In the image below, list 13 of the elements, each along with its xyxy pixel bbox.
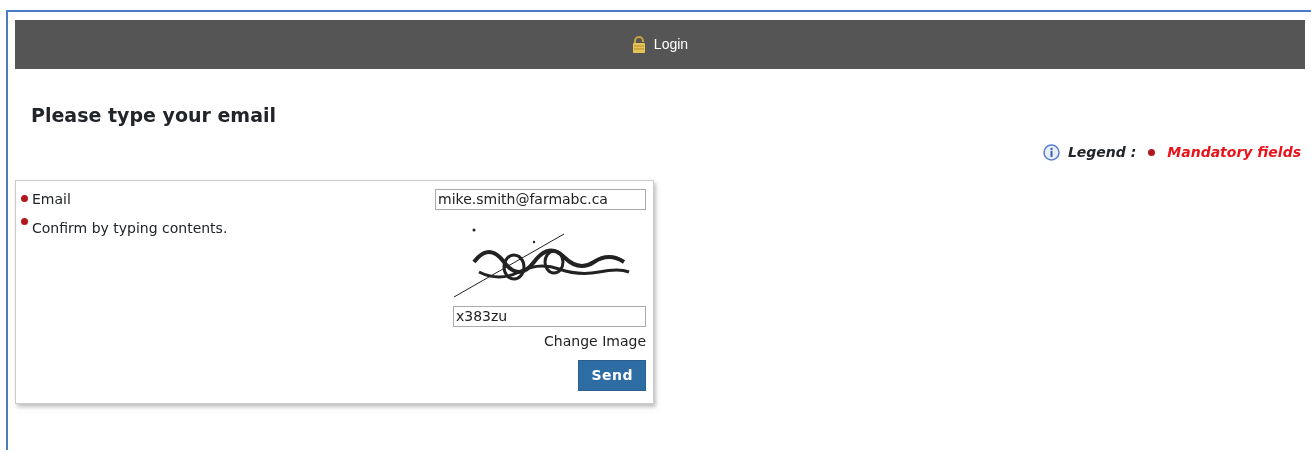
change-image-link[interactable]: Change Image [544, 330, 646, 352]
send-button[interactable]: Send [578, 359, 646, 391]
email-field[interactable]: mike.smith@farmabc.ca [435, 188, 646, 210]
legend-label: Legend : [1067, 142, 1137, 162]
info-icon [1042, 143, 1060, 161]
captcha-field[interactable]: x383zu [453, 305, 646, 327]
field-label: Email [32, 189, 71, 209]
padlock-icon [631, 36, 646, 53]
page-heading: Please type your email [31, 103, 277, 128]
header-title: Login [653, 35, 689, 54]
legend-text: Mandatory fields [1167, 142, 1301, 162]
field-label: Confirm by typing contents. [32, 218, 228, 238]
required-dot [1148, 148, 1156, 156]
